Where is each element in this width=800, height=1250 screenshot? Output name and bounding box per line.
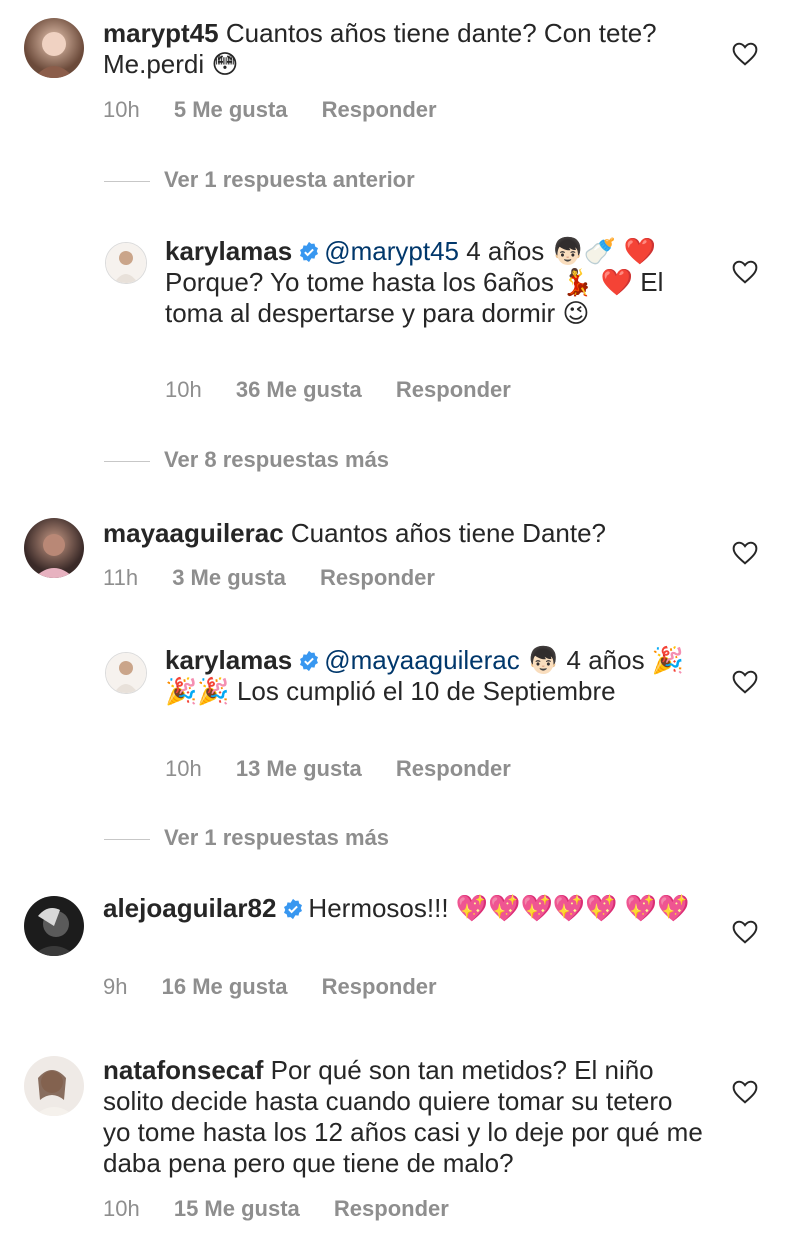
avatar[interactable] — [24, 896, 84, 956]
heart-icon[interactable] — [732, 1080, 758, 1104]
username[interactable]: karylamas — [165, 645, 292, 675]
comment-text: Hermosos!!! 💖💖💖💖💖 💖💖 — [308, 893, 690, 923]
comment-meta: 10h 13 Me gusta Responder — [165, 756, 539, 782]
view-more-replies-button[interactable]: Ver 8 respuestas más — [104, 447, 389, 473]
timestamp: 10h — [103, 97, 140, 122]
reply-button[interactable]: Responder — [322, 97, 437, 122]
likes-count[interactable]: 5 Me gusta — [174, 97, 288, 122]
username[interactable]: mayaaguilerac — [103, 518, 284, 548]
reply-button[interactable]: Responder — [396, 756, 511, 781]
comment-meta: 10h 5 Me gusta Responder — [103, 97, 465, 123]
mention-link[interactable]: @mayaaguilerac — [324, 645, 519, 675]
timestamp: 10h — [165, 377, 202, 402]
comment-meta: 10h 15 Me gusta Responder — [103, 1196, 477, 1222]
avatar[interactable] — [24, 1056, 84, 1116]
view-more-replies-button[interactable]: Ver 1 respuestas más — [104, 825, 389, 851]
avatar[interactable] — [105, 242, 147, 284]
avatar[interactable] — [24, 518, 84, 578]
timestamp: 10h — [103, 1196, 140, 1221]
reply-button[interactable]: Responder — [334, 1196, 449, 1221]
reply-button[interactable]: Responder — [396, 377, 511, 402]
divider-line — [104, 460, 150, 462]
comment-meta: 11h 3 Me gusta Responder — [103, 565, 463, 591]
likes-count[interactable]: 3 Me gusta — [172, 565, 286, 590]
likes-count[interactable]: 16 Me gusta — [162, 974, 288, 999]
verified-badge-icon — [284, 898, 303, 920]
timestamp: 10h — [165, 756, 202, 781]
reply-button[interactable]: Responder — [320, 565, 435, 590]
likes-count[interactable]: 13 Me gusta — [236, 756, 362, 781]
divider-line — [104, 180, 150, 182]
avatar[interactable] — [105, 652, 147, 694]
username[interactable]: natafonsecaf — [103, 1055, 263, 1085]
timestamp: 9h — [103, 974, 128, 999]
likes-count[interactable]: 36 Me gusta — [236, 377, 362, 402]
view-previous-replies-button[interactable]: Ver 1 respuesta anterior — [104, 167, 415, 193]
comment-meta: 10h 36 Me gusta Responder — [165, 377, 539, 403]
divider-line — [104, 838, 150, 840]
comment-text: Cuantos años tiene Dante? — [290, 518, 607, 548]
likes-count[interactable]: 15 Me gusta — [174, 1196, 300, 1221]
timestamp: 11h — [103, 565, 139, 590]
heart-icon[interactable] — [732, 42, 758, 66]
username[interactable]: marypt45 — [103, 18, 219, 48]
username[interactable]: alejoaguilar82 — [103, 893, 276, 923]
heart-icon[interactable] — [732, 260, 758, 284]
reply-button[interactable]: Responder — [322, 974, 437, 999]
comment-meta: 9h 16 Me gusta Responder — [103, 974, 465, 1000]
verified-badge-icon — [300, 241, 319, 263]
heart-icon[interactable] — [732, 920, 758, 944]
heart-icon[interactable] — [732, 670, 758, 694]
avatar[interactable] — [24, 18, 84, 78]
verified-badge-icon — [300, 650, 319, 672]
mention-link[interactable]: @marypt45 — [324, 236, 459, 266]
username[interactable]: karylamas — [165, 236, 292, 266]
heart-icon[interactable] — [732, 541, 758, 565]
